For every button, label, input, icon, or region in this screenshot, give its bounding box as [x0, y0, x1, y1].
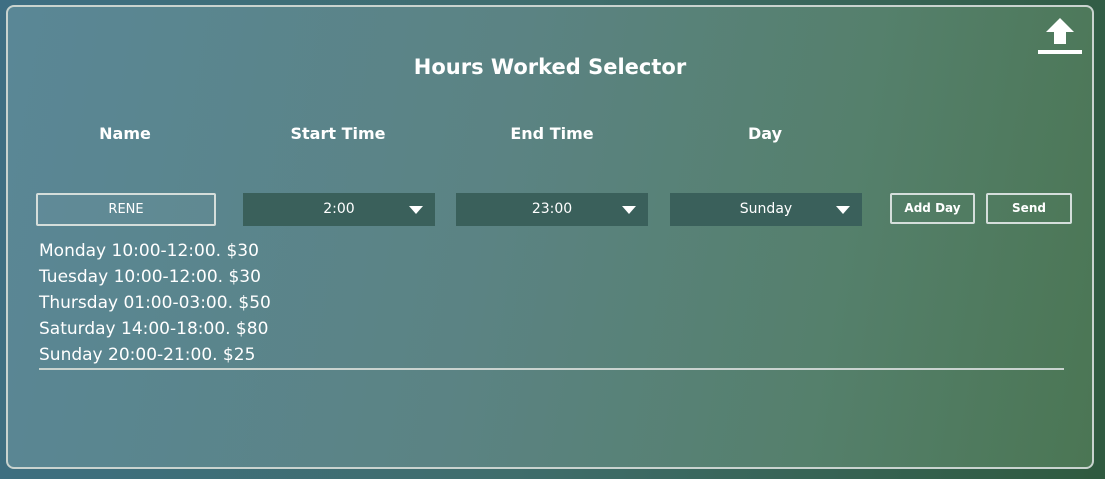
chevron-down-icon: [409, 206, 423, 214]
list-item: Thursday 01:00-03:00. $50: [39, 293, 271, 313]
start-time-value: 2:00: [323, 201, 355, 217]
name-input[interactable]: RENE: [36, 193, 216, 226]
list-item: Tuesday 10:00-12:00. $30: [39, 267, 261, 287]
page-title: Hours Worked Selector: [413, 55, 687, 79]
column-header-day: Day: [747, 124, 782, 143]
send-button[interactable]: Send: [986, 193, 1072, 224]
hours-list: Monday 10:00-12:00. $30 Tuesday 10:00-12…: [39, 238, 1064, 370]
list-item: Monday 10:00-12:00. $30: [39, 241, 259, 261]
column-header-name: Name: [99, 124, 151, 143]
list-item: Saturday 14:00-18:00. $80: [39, 319, 269, 339]
add-day-button[interactable]: Add Day: [890, 193, 975, 224]
list-item: Sunday 20:00-21:00. $25: [39, 345, 256, 365]
upload-icon[interactable]: [1036, 16, 1084, 56]
chevron-down-icon: [836, 206, 850, 214]
chevron-down-icon: [622, 206, 636, 214]
end-time-select[interactable]: 23:00: [456, 193, 648, 226]
end-time-value: 23:00: [531, 201, 573, 217]
hours-panel: Hours Worked Selector Name Start Time En…: [6, 5, 1094, 469]
day-value: Sunday: [739, 201, 793, 217]
column-header-end-time: End Time: [510, 124, 594, 143]
day-select[interactable]: Sunday: [670, 193, 862, 226]
start-time-select[interactable]: 2:00: [243, 193, 435, 226]
column-header-start-time: Start Time: [290, 124, 386, 143]
